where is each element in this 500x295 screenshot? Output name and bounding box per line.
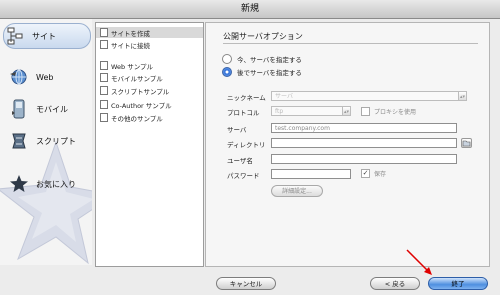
nickname-select[interactable]: サーバ bbox=[271, 91, 459, 101]
server-label: サーバ bbox=[227, 126, 247, 134]
password-input[interactable] bbox=[271, 169, 351, 179]
favorites-icon bbox=[8, 174, 30, 194]
back-button[interactable]: < 戻る bbox=[370, 277, 420, 290]
window-title: 新規 bbox=[0, 0, 500, 19]
cancel-button[interactable]: キャンセル bbox=[216, 277, 276, 290]
category-label-web: Web bbox=[36, 72, 54, 82]
protocol-select[interactable]: ftp bbox=[271, 106, 343, 116]
password-label: パスワード bbox=[227, 172, 260, 180]
document-icon bbox=[100, 73, 108, 82]
checkbox-checked[interactable]: ✓ bbox=[361, 169, 370, 178]
directory-label: ディレクトリ bbox=[227, 141, 266, 149]
radio-specify-later[interactable]: 後でサーバを指定する bbox=[222, 67, 302, 77]
list-item-other-sample[interactable]: その他のサンプル bbox=[96, 112, 203, 123]
radio-button[interactable] bbox=[222, 54, 232, 64]
list-item-coauthor-sample[interactable]: Co-Author サンプル bbox=[96, 99, 203, 110]
radio-specify-now[interactable]: 今、サーバを指定する bbox=[222, 54, 302, 64]
template-list: サイトを作成 サイトに接続 Web サンプル モバイルサンプル スクリプトサンプ… bbox=[95, 22, 204, 267]
document-icon bbox=[100, 40, 108, 49]
document-icon bbox=[100, 28, 108, 37]
annotation-arrow-icon bbox=[406, 249, 432, 275]
server-input[interactable]: test.company.com bbox=[271, 123, 457, 133]
category-label-site: サイト bbox=[32, 31, 56, 41]
use-proxy-checkbox[interactable]: プロキシを使用 bbox=[361, 107, 416, 116]
protocol-label: プロトコル bbox=[227, 109, 260, 117]
folder-icon bbox=[462, 140, 471, 147]
finish-button[interactable]: 終了 bbox=[428, 277, 488, 290]
category-label-script: スクリプト bbox=[36, 136, 76, 146]
username-label: ユーザ名 bbox=[227, 157, 253, 165]
protocol-dropdown-arrow[interactable]: ▴▾ bbox=[343, 106, 351, 116]
category-web[interactable]: Web bbox=[8, 65, 90, 89]
username-input[interactable] bbox=[271, 154, 457, 164]
document-icon bbox=[100, 113, 108, 122]
category-script[interactable]: スクリプト bbox=[8, 129, 90, 153]
server-options-panel: 公開サーバオプション 今、サーバを指定する 後でサーバを指定する ニックネーム … bbox=[205, 22, 490, 267]
list-item-connect-site[interactable]: サイトに接続 bbox=[96, 39, 203, 50]
advanced-settings-button[interactable]: 詳細設定... bbox=[271, 185, 323, 197]
site-icon bbox=[4, 26, 26, 46]
web-globe-icon bbox=[8, 67, 30, 87]
decorative-star-graphic bbox=[0, 140, 92, 265]
list-item-script-sample[interactable]: スクリプトサンプル bbox=[96, 85, 203, 96]
list-item-web-sample[interactable]: Web サンプル bbox=[96, 60, 203, 71]
category-site[interactable]: サイト bbox=[3, 23, 91, 49]
document-icon bbox=[100, 61, 108, 70]
category-favorites[interactable]: お気に入り bbox=[8, 172, 90, 196]
radio-button-selected[interactable] bbox=[222, 67, 232, 77]
script-icon bbox=[8, 131, 30, 151]
directory-input[interactable] bbox=[271, 138, 457, 148]
list-item-create-site[interactable]: サイトを作成 bbox=[96, 27, 203, 38]
list-item-mobile-sample[interactable]: モバイルサンプル bbox=[96, 72, 203, 83]
category-label-favorites: お気に入り bbox=[36, 179, 76, 189]
divider bbox=[223, 43, 478, 44]
mobile-phone-icon bbox=[8, 99, 30, 119]
checkbox[interactable] bbox=[361, 107, 370, 116]
panel-heading: 公開サーバオプション bbox=[223, 32, 303, 41]
nickname-dropdown-arrow[interactable]: ▴▾ bbox=[459, 91, 467, 101]
document-icon bbox=[100, 100, 108, 109]
document-icon bbox=[100, 86, 108, 95]
browse-folder-button[interactable] bbox=[461, 138, 472, 148]
category-sidebar: サイト Web モバイル スクリプト お気に入り bbox=[0, 19, 92, 265]
save-password-checkbox[interactable]: ✓ 保存 bbox=[361, 169, 386, 178]
category-mobile[interactable]: モバイル bbox=[8, 97, 90, 121]
nickname-label: ニックネーム bbox=[227, 94, 266, 102]
category-label-mobile: モバイル bbox=[36, 104, 68, 114]
